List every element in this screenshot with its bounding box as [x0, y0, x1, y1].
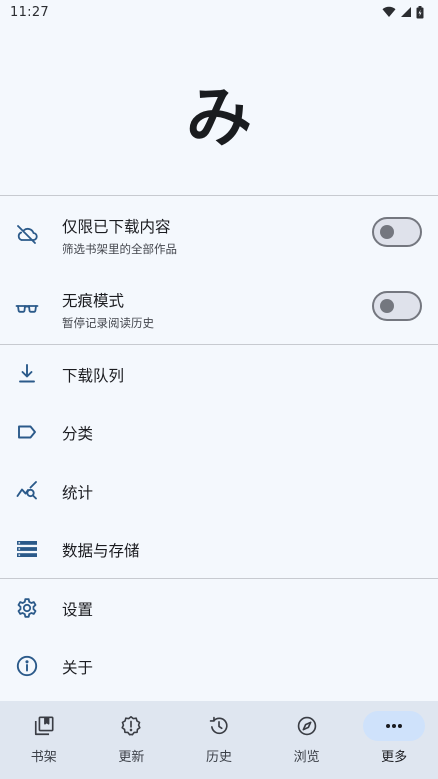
menu-item-stats[interactable]: 统计 [0, 461, 438, 520]
menu-item-categories[interactable]: 分类 [0, 403, 438, 461]
signal-icon [400, 6, 412, 18]
menu-label: 数据与存储 [62, 542, 140, 560]
library-icon [13, 711, 75, 741]
incognito-subtitle: 暂停记录阅读历史 [62, 316, 154, 330]
app-logo: み [186, 78, 252, 156]
history-icon [188, 711, 250, 741]
nav-updates[interactable]: 更新 [88, 701, 176, 779]
downloaded-only-switch[interactable] [372, 217, 422, 247]
menu-label: 分类 [62, 425, 94, 443]
nav-browse[interactable]: 浏览 [263, 701, 351, 779]
cloud-off-icon [15, 222, 39, 246]
downloaded-only-row[interactable]: 仅限已下载内容 筛选书架里的全部作品 [0, 196, 438, 271]
downloaded-only-title: 仅限已下载内容 [62, 218, 171, 236]
switch-knob [380, 299, 394, 313]
more-icon [363, 711, 426, 741]
nav-label: 更多 [381, 750, 408, 765]
nav-label: 更新 [118, 750, 145, 765]
menu-label: 统计 [62, 484, 94, 502]
nav-label: 浏览 [293, 750, 320, 765]
bottom-navigation: 书架 更新 历史 浏览 更多 [0, 701, 438, 779]
updates-icon [100, 711, 162, 741]
stats-search-icon [15, 479, 39, 503]
glasses-icon [15, 296, 39, 320]
wifi-icon [382, 6, 396, 18]
menu-item-settings[interactable]: 设置 [0, 579, 438, 637]
downloaded-only-subtitle: 筛选书架里的全部作品 [62, 242, 177, 256]
battery-icon [416, 5, 424, 19]
menu-item-data-storage[interactable]: 数据与存储 [0, 520, 438, 578]
nav-label: 历史 [205, 750, 232, 765]
switch-knob [380, 225, 394, 239]
menu-item-about[interactable]: 关于 [0, 637, 438, 695]
status-bar: 11:27 [0, 0, 438, 24]
download-icon [15, 362, 39, 386]
incognito-switch[interactable] [372, 291, 422, 321]
app-logo-area: み [0, 24, 438, 195]
storage-icon [15, 537, 39, 561]
incognito-title: 无痕模式 [62, 292, 125, 310]
nav-more[interactable]: 更多 [350, 701, 438, 779]
status-time: 11:27 [10, 4, 49, 20]
menu-item-download-queue[interactable]: 下载队列 [0, 345, 438, 403]
label-icon [15, 420, 39, 444]
menu-label: 关于 [62, 659, 94, 677]
nav-history[interactable]: 历史 [175, 701, 263, 779]
info-icon [15, 654, 39, 678]
compass-icon [276, 711, 338, 741]
menu-label: 下载队列 [62, 367, 125, 385]
status-icons [382, 5, 424, 19]
incognito-row[interactable]: 无痕模式 暂停记录阅读历史 [0, 271, 438, 344]
menu-label: 设置 [62, 601, 94, 619]
gear-icon [15, 596, 39, 620]
nav-label: 书架 [30, 750, 57, 765]
nav-library[interactable]: 书架 [0, 701, 88, 779]
